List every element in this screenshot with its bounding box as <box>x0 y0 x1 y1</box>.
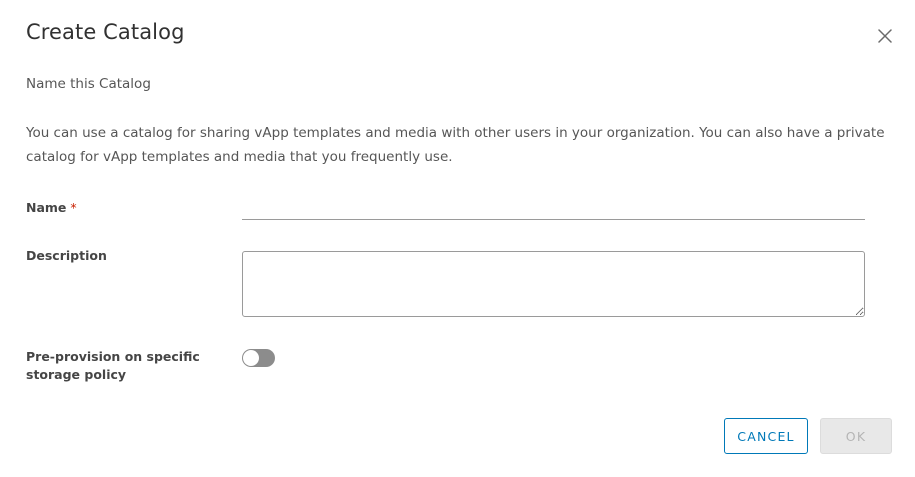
name-label-text: Name <box>26 200 67 215</box>
create-catalog-dialog: Create Catalog Name this Catalog You can… <box>0 0 915 477</box>
description-textarea[interactable] <box>242 251 865 317</box>
pre-provision-label: Pre-provision on specific storage policy <box>26 349 200 382</box>
ok-button[interactable]: OK <box>820 418 892 454</box>
dialog-title: Create Catalog <box>26 20 185 44</box>
close-icon <box>878 29 892 43</box>
close-button[interactable] <box>875 26 895 46</box>
required-marker: * <box>70 200 77 215</box>
name-label: Name * <box>26 199 77 217</box>
dialog-subtitle: Name this Catalog <box>26 76 151 92</box>
cancel-button[interactable]: CANCEL <box>724 418 808 454</box>
toggle-knob <box>243 350 259 366</box>
name-input[interactable] <box>242 196 865 220</box>
description-label: Description <box>26 248 107 263</box>
pre-provision-toggle[interactable] <box>242 349 275 367</box>
dialog-description: You can use a catalog for sharing vApp t… <box>26 125 885 165</box>
